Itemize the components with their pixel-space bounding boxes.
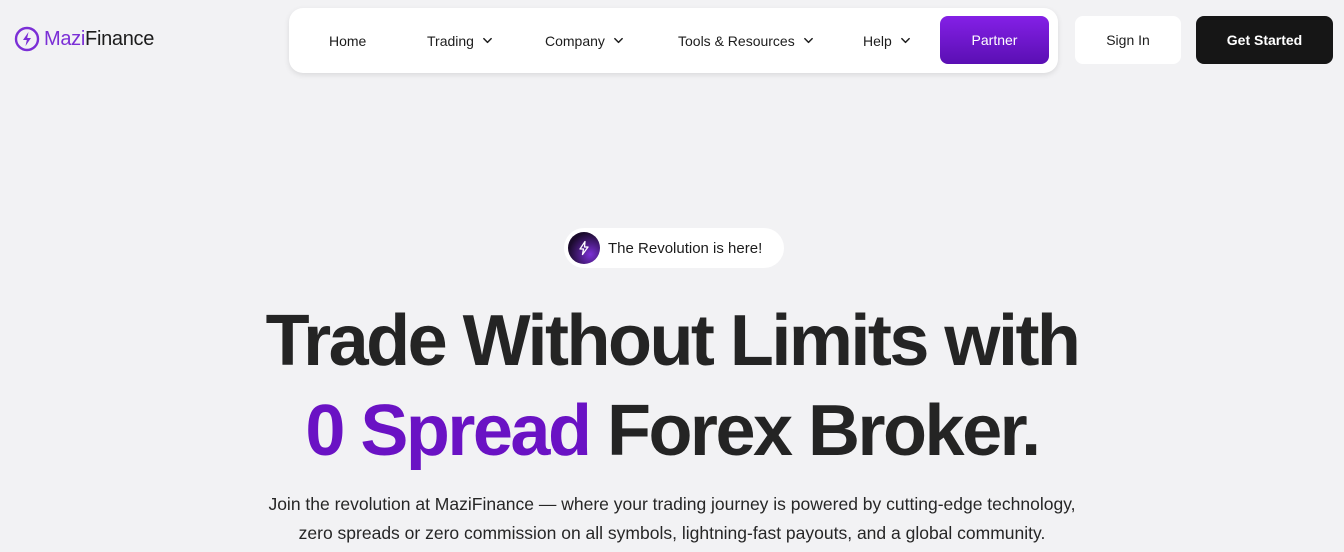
brand-logo[interactable]: MaziFinance [14, 26, 154, 52]
nav-item-company[interactable]: Company [545, 8, 624, 73]
headline-highlight: 0 Spread [305, 391, 592, 471]
nav-item-label: Help [863, 32, 892, 49]
nav-item-tools-resources[interactable]: Tools & Resources [678, 8, 814, 73]
hero-headline: Trade Without Limits with 0 Spread Forex… [0, 296, 1344, 476]
announcement-badge: The Revolution is here! [564, 228, 784, 268]
nav-item-home[interactable]: Home [329, 8, 366, 73]
subtext-line-1: Join the revolution at MaziFinance — whe… [268, 494, 1076, 514]
sign-in-button[interactable]: Sign In [1075, 16, 1181, 64]
brand-name: MaziFinance [44, 27, 155, 50]
partner-button[interactable]: Partner [940, 16, 1049, 64]
lightning-logo-icon [14, 26, 40, 52]
subtext-line-2: zero spreads or zero commission on all s… [298, 523, 1046, 543]
chevron-down-icon [483, 37, 492, 44]
chevron-down-icon [614, 37, 623, 44]
nav-item-label: Home [329, 32, 367, 49]
headline-line-1: Trade Without Limits with [265, 301, 1081, 381]
get-started-button[interactable]: Get Started [1196, 16, 1333, 64]
nav-item-label: Tools & Resources [678, 32, 795, 49]
nav-item-label: Company [545, 32, 605, 49]
main-nav: Home Trading Company Tools & Resources H… [289, 8, 1058, 73]
chevron-down-icon [803, 37, 813, 44]
nav-item-trading[interactable]: Trading [427, 8, 493, 73]
hero-subtext: Join the revolution at MaziFinance — whe… [0, 490, 1344, 548]
badge-text: The Revolution is here! [608, 239, 763, 257]
lightning-icon [568, 232, 600, 264]
nav-item-label: Trading [427, 32, 474, 49]
chevron-down-icon [900, 37, 910, 44]
nav-item-help[interactable]: Help [863, 8, 911, 73]
headline-line-2: Forex Broker. [589, 391, 1041, 471]
